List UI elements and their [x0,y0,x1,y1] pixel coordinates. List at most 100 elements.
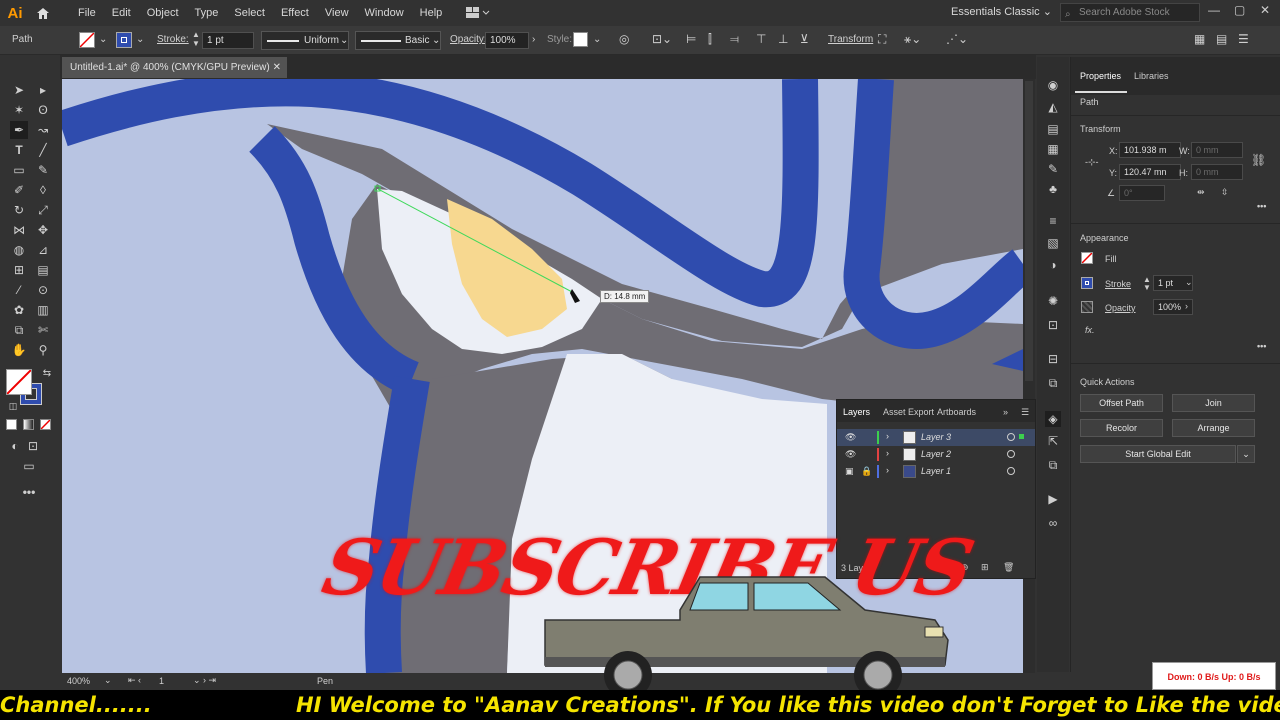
y-field[interactable]: 120.47 mn [1119,164,1181,180]
slice-tool-icon[interactable]: ✄ [34,321,52,339]
zoom-level[interactable]: 400% [67,676,90,686]
x-field[interactable]: 101.938 m [1119,142,1181,158]
artboard-number[interactable]: 1 [159,676,164,686]
default-fill-stroke-icon[interactable]: ◫ [4,397,22,415]
align-center-icon[interactable]: ⫿ [708,32,712,47]
target-icon[interactable] [1007,433,1015,441]
puppet-warp-icon[interactable]: ⚹⌄ [904,32,921,47]
close-icon[interactable]: ✕ [1260,3,1270,17]
menu-window[interactable]: Window [357,0,412,26]
opacity-link[interactable]: Opacity [1105,303,1136,313]
lasso-tool-icon[interactable]: ʘ [34,101,52,119]
transform-more-options-icon[interactable]: ••• [1257,201,1266,211]
zoom-tool-icon[interactable]: ⚲ [34,341,52,359]
flip-horizontal-icon[interactable]: ⇹ [1197,187,1205,198]
search-stock-input[interactable]: ⌕ Search Adobe Stock [1060,3,1200,22]
menu-effect[interactable]: Effect [273,0,317,26]
brushes-icon[interactable]: ✎ [1045,161,1061,177]
gradient-tool-icon[interactable]: ▤ [34,261,52,279]
selection-tool-icon[interactable]: ➤ [10,81,28,99]
opacity-label[interactable]: Opacity: [450,34,487,45]
asset-export-icon[interactable]: ⇱ [1045,433,1061,449]
gradient-panel-icon[interactable]: ▧ [1045,235,1061,251]
stroke-label[interactable]: Stroke: [157,34,189,45]
menu-select[interactable]: Select [226,0,273,26]
menu-object[interactable]: Object [139,0,187,26]
swap-fill-stroke-icon[interactable]: ⇆ [38,365,56,383]
transparency-icon[interactable]: ◑ [1045,257,1061,273]
global-edit-options-icon[interactable]: ⌄ [1237,445,1255,463]
actions-icon[interactable]: ▶ [1045,491,1061,507]
draw-inside-icon[interactable]: ⊡ [24,437,42,455]
layers-panel-icon[interactable]: ◈ [1045,411,1061,427]
zoom-dropdown-icon[interactable]: ⌄ [104,675,112,686]
recolor-artwork-icon[interactable]: ◎ [619,32,629,46]
menu-help[interactable]: Help [412,0,451,26]
rectangle-tool-icon[interactable]: ▭ [10,161,28,179]
style-swatch[interactable] [573,32,588,47]
magic-wand-tool-icon[interactable]: ✶ [10,101,28,119]
layer-row[interactable]: 👁 › Layer 2 [837,446,1035,463]
symbol-sprayer-tool-icon[interactable]: ✿ [10,301,28,319]
align-right-icon[interactable]: ⫤ [730,32,739,47]
fill-dropdown-icon[interactable]: ⌄ [99,34,107,45]
free-transform-tool-icon[interactable]: ✥ [34,221,52,239]
align-panel-icon[interactable]: ⊟ [1045,351,1061,367]
stroke-weight-field[interactable]: 1 pt [202,32,254,49]
home-icon[interactable] [30,0,56,26]
panel-menu-icon[interactable]: ☰ [1238,32,1249,46]
rotate-tool-icon[interactable]: ↻ [10,201,28,219]
eyedropper-tool-icon[interactable]: ⁄ [10,281,28,299]
isolate-icon[interactable]: ⛶ [878,32,886,47]
artboard-tool-icon[interactable]: ⧉ [10,321,28,339]
hand-tool-icon[interactable]: ✋ [10,341,28,359]
stroke-panel-icon[interactable]: ≡ [1045,213,1061,229]
graphic-styles-icon[interactable]: ⊡ [1045,317,1061,333]
expand-arrow-icon[interactable]: › [886,448,889,458]
angle-field[interactable]: 0° [1119,185,1165,201]
expand-arrow-icon[interactable]: › [886,431,889,441]
tab-properties[interactable]: Properties [1080,71,1121,81]
variable-width-profile[interactable]: Uniform ⌄ [261,31,349,50]
menu-edit[interactable]: Edit [104,0,139,26]
scale-tool-icon[interactable]: ⤢ [34,201,52,219]
align-top-icon[interactable]: ⊤ [756,32,766,46]
brush-definition[interactable]: Basic ⌄ [355,31,441,50]
opacity-arrow-icon[interactable]: › [532,34,535,45]
template-layer-icon[interactable]: ▣ [845,466,854,477]
constrain-proportions-icon[interactable]: ⛓ [1251,153,1266,167]
arrange-panels-icon[interactable]: ▦ [1194,32,1205,46]
draw-mode-icon[interactable]: ◐ [6,437,24,455]
layer-name[interactable]: Layer 2 [921,449,951,459]
document-tab[interactable]: Untitled-1.ai* @ 400% (CMYK/GPU Preview)… [62,57,287,78]
layer-name[interactable]: Layer 1 [921,466,951,476]
fill-swatch[interactable] [79,32,95,48]
navigator-icon[interactable]: ▦ [1045,141,1061,157]
panel-expand-icon[interactable]: » [1003,407,1008,417]
tab-libraries[interactable]: Libraries [1134,71,1169,81]
visibility-eye-icon[interactable]: 👁 [845,432,856,443]
align-bottom-icon[interactable]: ⊻ [800,32,809,46]
direct-selection-tool-icon[interactable]: ▸ [34,81,52,99]
edit-toolbar-icon[interactable]: ••• [20,483,38,501]
h-field[interactable]: 0 mm [1191,164,1243,180]
align-left-icon[interactable]: ⊨ [686,32,696,46]
line-tool-icon[interactable]: ╱ [34,141,52,159]
flip-vertical-icon[interactable]: ⇳ [1221,187,1229,198]
shape-builder-tool-icon[interactable]: ◍ [10,241,28,259]
stroke-link[interactable]: Stroke [1105,279,1131,289]
curvature-tool-icon[interactable]: ↝ [34,121,52,139]
appearance-panel-icon[interactable]: ✺ [1045,293,1061,309]
stroke-dropdown-icon-2[interactable]: ⌄ [1185,277,1193,288]
layer-row[interactable]: ▣ 🔒 › Layer 1 [837,463,1035,480]
tab-layers[interactable]: Layers [843,407,870,417]
tab-asset-export[interactable]: Asset Export [883,407,934,417]
minimize-icon[interactable]: — [1208,3,1220,17]
appearance-fill-swatch[interactable] [1081,252,1093,264]
mesh-tool-icon[interactable]: ⊞ [10,261,28,279]
appearance-stroke-swatch[interactable] [1081,277,1093,289]
lock-icon[interactable]: 🔒 [861,466,872,477]
width-tool-icon[interactable]: ⋈ [10,221,28,239]
stroke-dropdown-icon[interactable]: ⌄ [136,34,144,45]
shaper-tool-icon[interactable]: ✐ [10,181,28,199]
